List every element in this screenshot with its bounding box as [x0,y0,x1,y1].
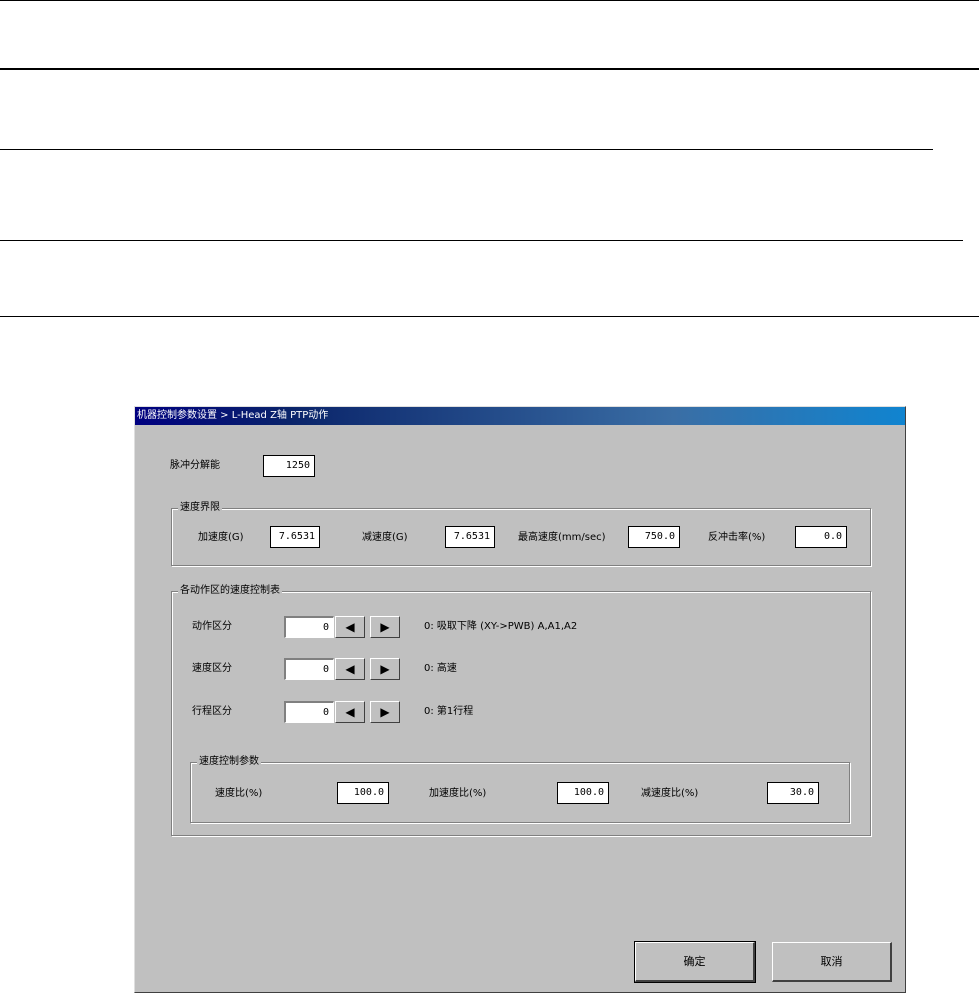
dialog-title: 机器控制参数设置 > L-Head Z轴 PTP动作 [137,410,329,421]
accel-ratio-field[interactable]: 100.0 [557,782,609,804]
speed-section-field[interactable]: 0 [284,658,334,680]
speed-limit-legend: 速度界限 [178,501,222,515]
decel-field[interactable]: 7.6531 [445,526,495,548]
left-arrow-icon: ◀ [345,705,355,719]
decel-ratio-label: 减速度比(%) [641,788,699,799]
page-rule-2 [0,68,979,70]
cancel-button[interactable]: 取消 [772,942,892,982]
speed-table-group: 各动作区的速度控制表 动作区分 0 ◀ ▶ 0: 吸取下降 (XY->PWB) … [171,584,871,836]
stroke-prev-button[interactable]: ◀ [335,701,365,723]
row-label: 动作区分 [192,621,232,632]
pulse-resolution-label: 脉冲分解能 [170,460,220,471]
speed-table-legend: 各动作区的速度控制表 [178,584,282,598]
page-rule-3 [0,149,933,150]
right-arrow-icon: ▶ [380,620,390,634]
row-description: 0: 吸取下降 (XY->PWB) A,A1,A2 [424,621,578,632]
decel-ratio-field[interactable]: 30.0 [767,782,819,804]
right-arrow-icon: ▶ [380,662,390,676]
decel-label: 减速度(G) [362,532,408,543]
ok-button[interactable]: 确定 [634,941,756,983]
row-description: 0: 第1行程 [424,706,474,717]
speed-params-legend: 速度控制参数 [197,755,261,769]
row-label: 速度区分 [192,663,232,674]
page-rule-1 [0,0,979,1]
speed-limit-group: 速度界限 加速度(G) 7.6531 减速度(G) 7.6531 最高速度(mm… [171,501,871,566]
action-section-field[interactable]: 0 [284,616,334,638]
pulse-resolution-field[interactable]: 1250 [263,455,315,477]
accel-ratio-label: 加速度比(%) [429,788,487,799]
max-speed-field[interactable]: 750.0 [628,526,680,548]
row-description: 0: 高速 [424,663,457,674]
speed-ratio-field[interactable]: 100.0 [337,782,389,804]
page-rule-4 [0,240,963,241]
page-rule-5 [0,316,979,317]
dialog-title-bar[interactable]: 机器控制参数设置 > L-Head Z轴 PTP动作 [135,407,905,425]
left-arrow-icon: ◀ [345,620,355,634]
stroke-section-field[interactable]: 0 [284,701,334,723]
max-speed-label: 最高速度(mm/sec) [518,532,606,543]
rebound-field[interactable]: 0.0 [795,526,847,548]
speed-prev-button[interactable]: ◀ [335,658,365,680]
action-prev-button[interactable]: ◀ [335,616,365,638]
left-arrow-icon: ◀ [345,662,355,676]
accel-field[interactable]: 7.6531 [270,526,320,548]
action-next-button[interactable]: ▶ [370,616,400,638]
accel-label: 加速度(G) [198,532,244,543]
speed-params-group: 速度控制参数 速度比(%) 100.0 加速度比(%) 100.0 减速度比(%… [190,755,850,823]
speed-ratio-label: 速度比(%) [215,788,263,799]
rebound-label: 反冲击率(%) [708,532,766,543]
speed-next-button[interactable]: ▶ [370,658,400,680]
right-arrow-icon: ▶ [380,705,390,719]
row-label: 行程区分 [192,706,232,717]
stroke-next-button[interactable]: ▶ [370,701,400,723]
ptp-settings-dialog: 机器控制参数设置 > L-Head Z轴 PTP动作 脉冲分解能 1250 速度… [134,406,906,993]
